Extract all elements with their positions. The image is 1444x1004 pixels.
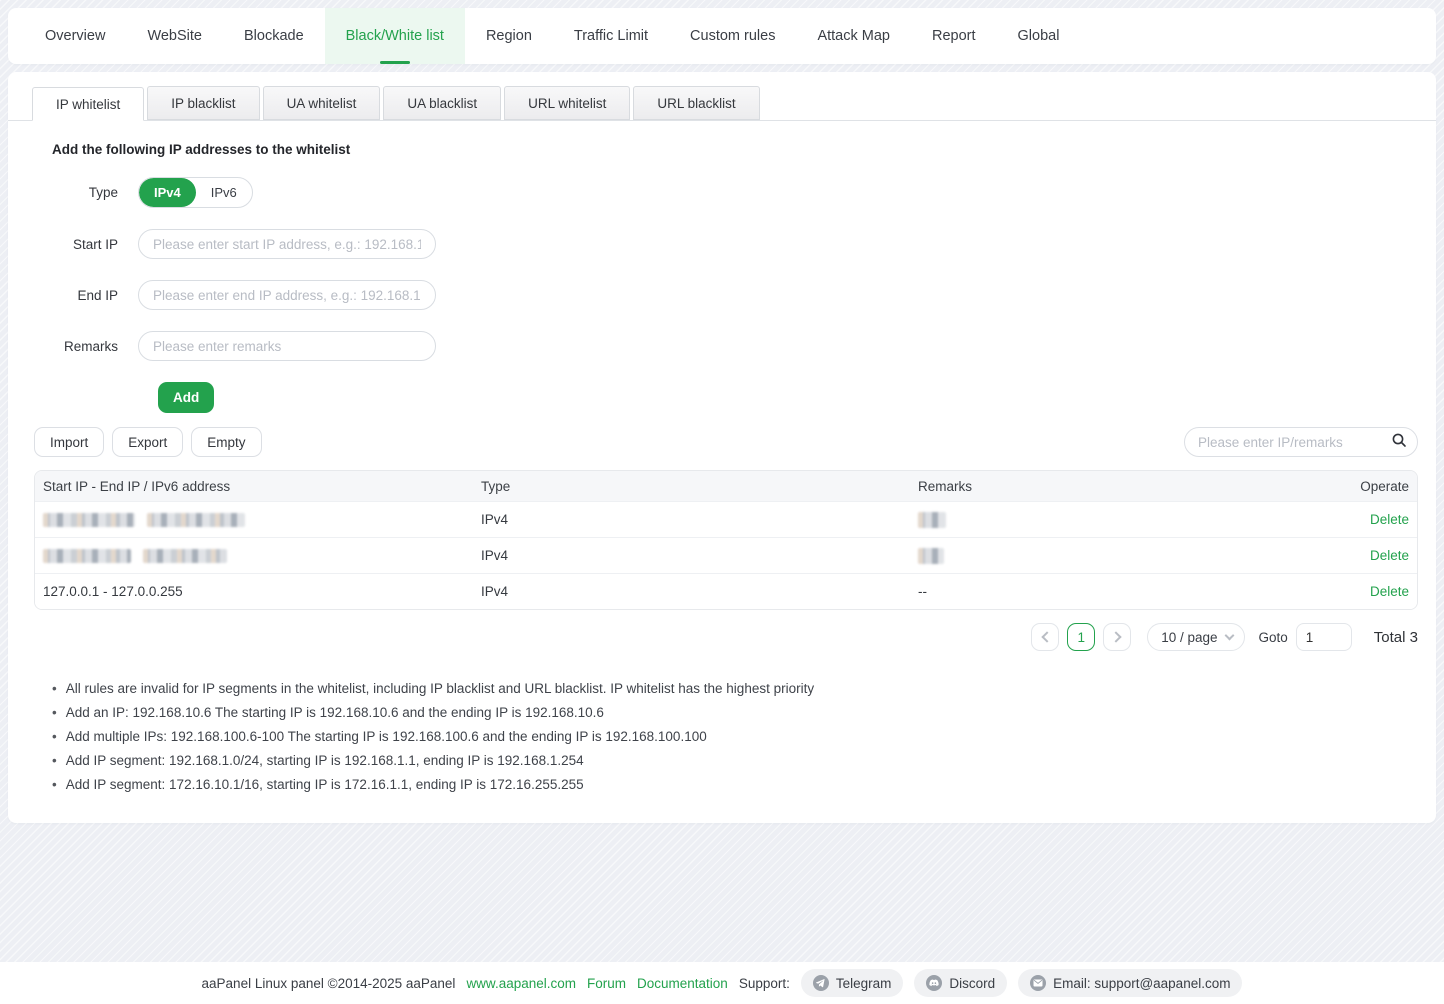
end-ip-label: End IP [26, 288, 138, 303]
tab-ip-whitelist[interactable]: IP whitelist [32, 87, 144, 121]
tab-url-blacklist[interactable]: URL blacklist [633, 86, 759, 120]
cell-type: IPv4 [481, 512, 918, 527]
nav-item-report[interactable]: Report [911, 8, 997, 64]
email-button[interactable]: Email: support@aapanel.com [1018, 969, 1242, 997]
copyright-text: aaPanel Linux panel ©2014-2025 aaPanel [202, 976, 456, 991]
tab-ip-blacklist[interactable]: IP blacklist [147, 86, 259, 120]
start-ip-label: Start IP [26, 237, 138, 252]
ip-type-toggle: IPv4 IPv6 [138, 177, 253, 208]
redacted-remark-block [918, 548, 944, 564]
cell-remarks-redacted [918, 547, 1299, 563]
cell-remarks: -- [918, 584, 1299, 599]
redacted-ip-block [147, 513, 245, 527]
prev-page-button[interactable] [1031, 623, 1059, 651]
export-button[interactable]: Export [112, 427, 183, 457]
table-row: IPv4 Delete [35, 501, 1417, 537]
tab-url-whitelist[interactable]: URL whitelist [504, 86, 630, 120]
delete-link[interactable]: Delete [1370, 584, 1409, 599]
chevron-right-icon [1110, 631, 1121, 642]
chevron-left-icon [1041, 631, 1052, 642]
nav-item-overview[interactable]: Overview [24, 8, 126, 64]
tab-ua-blacklist[interactable]: UA blacklist [383, 86, 501, 120]
page-size-value: 10 / page [1161, 630, 1217, 645]
header-operate: Operate [1299, 479, 1409, 494]
table-row: 127.0.0.1 - 127.0.0.255 IPv4 -- Delete [35, 573, 1417, 609]
empty-button[interactable]: Empty [191, 427, 261, 457]
total-count: Total 3 [1374, 629, 1418, 646]
note-item: All rules are invalid for IP segments in… [52, 677, 1418, 701]
form-title: Add the following IP addresses to the wh… [52, 142, 1418, 157]
redacted-ip-block [43, 513, 135, 527]
nav-item-attack-map[interactable]: Attack Map [796, 8, 911, 64]
delete-link[interactable]: Delete [1370, 548, 1409, 563]
table-row: IPv4 Delete [35, 537, 1417, 573]
remarks-input[interactable] [138, 331, 436, 361]
documentation-link[interactable]: Documentation [637, 976, 728, 991]
cell-ip: 127.0.0.1 - 127.0.0.255 [43, 584, 481, 599]
note-item: Add IP segment: 192.168.1.0/24, starting… [52, 749, 1418, 773]
nav-item-website[interactable]: WebSite [126, 8, 223, 64]
page-footer: aaPanel Linux panel ©2014-2025 aaPanel w… [0, 962, 1444, 1004]
cell-ip-redacted [43, 512, 481, 527]
top-nav: Overview WebSite Blockade Black/White li… [8, 8, 1436, 64]
end-ip-input[interactable] [138, 280, 436, 310]
discord-icon [926, 975, 942, 991]
goto-label: Goto [1259, 630, 1288, 645]
goto-page-input[interactable] [1296, 623, 1352, 651]
telegram-button[interactable]: Telegram [801, 969, 904, 997]
search-icon[interactable] [1391, 432, 1407, 453]
support-label: Support: [739, 976, 790, 991]
redacted-remark-block [918, 512, 946, 528]
email-icon [1030, 975, 1046, 991]
list-tabs: IP whitelist IP blacklist UA whitelist U… [8, 86, 1436, 121]
table-header-row: Start IP - End IP / IPv6 address Type Re… [35, 471, 1417, 501]
search-box[interactable] [1184, 427, 1418, 457]
redacted-ip-block [143, 549, 227, 563]
start-ip-input[interactable] [138, 229, 436, 259]
website-link[interactable]: www.aapanel.com [466, 976, 576, 991]
add-button[interactable]: Add [158, 382, 214, 413]
email-label: Email: support@aapanel.com [1053, 976, 1230, 991]
discord-label: Discord [949, 976, 995, 991]
discord-button[interactable]: Discord [914, 969, 1007, 997]
search-input[interactable] [1198, 435, 1391, 450]
redacted-ip-block [43, 549, 131, 563]
page-number-button[interactable]: 1 [1067, 623, 1095, 651]
import-button[interactable]: Import [34, 427, 104, 457]
page-size-select[interactable]: 10 / page [1147, 623, 1244, 651]
nav-item-traffic-limit[interactable]: Traffic Limit [553, 8, 669, 64]
forum-link[interactable]: Forum [587, 976, 626, 991]
note-item: Add an IP: 192.168.10.6 The starting IP … [52, 701, 1418, 725]
ip-type-ipv6[interactable]: IPv6 [196, 178, 252, 207]
list-toolbar: Import Export Empty [34, 427, 1418, 457]
cell-type: IPv4 [481, 584, 918, 599]
ip-type-ipv4[interactable]: IPv4 [139, 178, 196, 207]
cell-type: IPv4 [481, 548, 918, 563]
header-ip: Start IP - End IP / IPv6 address [43, 479, 481, 494]
telegram-label: Telegram [836, 976, 892, 991]
type-label: Type [26, 185, 138, 200]
tab-ua-whitelist[interactable]: UA whitelist [263, 86, 381, 120]
delete-link[interactable]: Delete [1370, 512, 1409, 527]
chevron-down-icon [1224, 631, 1234, 641]
main-panel: IP whitelist IP blacklist UA whitelist U… [8, 72, 1436, 823]
cell-remarks-redacted [918, 511, 1299, 527]
header-type: Type [481, 479, 918, 494]
remarks-label: Remarks [26, 339, 138, 354]
note-item: Add IP segment: 172.16.10.1/16, starting… [52, 773, 1418, 797]
nav-item-black-white-list[interactable]: Black/White list [325, 8, 465, 64]
header-remarks: Remarks [918, 479, 1299, 494]
nav-item-global[interactable]: Global [997, 8, 1081, 64]
telegram-icon [813, 975, 829, 991]
pagination: 1 10 / page Goto Total 3 [26, 623, 1418, 651]
nav-item-region[interactable]: Region [465, 8, 553, 64]
nav-item-custom-rules[interactable]: Custom rules [669, 8, 796, 64]
nav-item-blockade[interactable]: Blockade [223, 8, 325, 64]
whitelist-table: Start IP - End IP / IPv6 address Type Re… [34, 470, 1418, 610]
help-notes: All rules are invalid for IP segments in… [52, 677, 1418, 797]
next-page-button[interactable] [1103, 623, 1131, 651]
note-item: Add multiple IPs: 192.168.100.6-100 The … [52, 725, 1418, 749]
cell-ip-redacted [43, 548, 481, 563]
